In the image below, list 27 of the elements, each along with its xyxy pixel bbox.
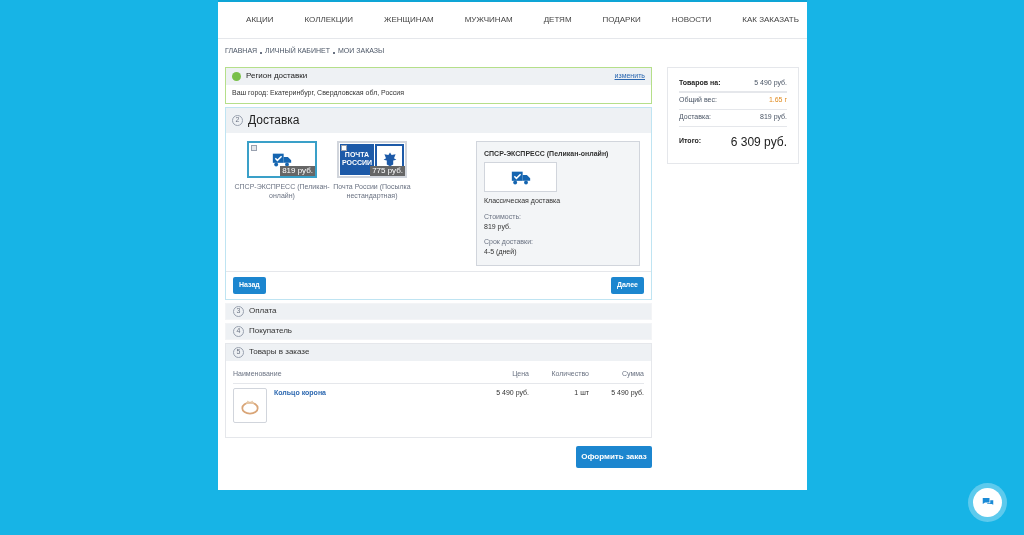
checkbox[interactable] [251, 144, 257, 151]
checkbox[interactable] [341, 144, 347, 151]
chat-button[interactable] [973, 488, 1002, 517]
nav-link[interactable]: ПОДАРКИ [602, 14, 641, 26]
truck-icon [272, 151, 292, 167]
total-value: 6 309 руб. [730, 133, 787, 151]
panel-title: Регион доставки [246, 70, 308, 82]
step-title: Покупатель [249, 325, 292, 337]
price-tag: 775 руб. [370, 165, 405, 176]
step-title: Оплата [249, 305, 277, 317]
nav-link[interactable]: МУЖЧИНАМ [464, 14, 513, 26]
breadcrumb-separator [333, 52, 335, 55]
price-tag: 819 руб. [280, 165, 315, 176]
delivery-option[interactable]: 819 руб. [247, 140, 317, 178]
nav-link[interactable]: КАК ЗАКАЗАТЬ [742, 14, 799, 26]
location-icon [232, 71, 241, 81]
section-title: Доставка [248, 112, 300, 129]
eagle-emblem-icon [381, 151, 398, 167]
breadcrumb-separator [260, 52, 263, 55]
nav-link[interactable]: АКЦИИ [246, 14, 274, 26]
step-title: Товары в заказе [249, 346, 310, 358]
nav-link[interactable]: НОВОСТИ [671, 14, 712, 26]
nav-link[interactable]: ЖЕНЩИНАМ [384, 14, 434, 26]
truck-icon [510, 169, 531, 185]
nav-link[interactable]: КОЛЛЕКЦИИ [304, 14, 354, 26]
nav-link[interactable]: ДЕТЯМ [543, 14, 572, 26]
submit-order-button[interactable]: Оформить заказ [576, 446, 652, 468]
